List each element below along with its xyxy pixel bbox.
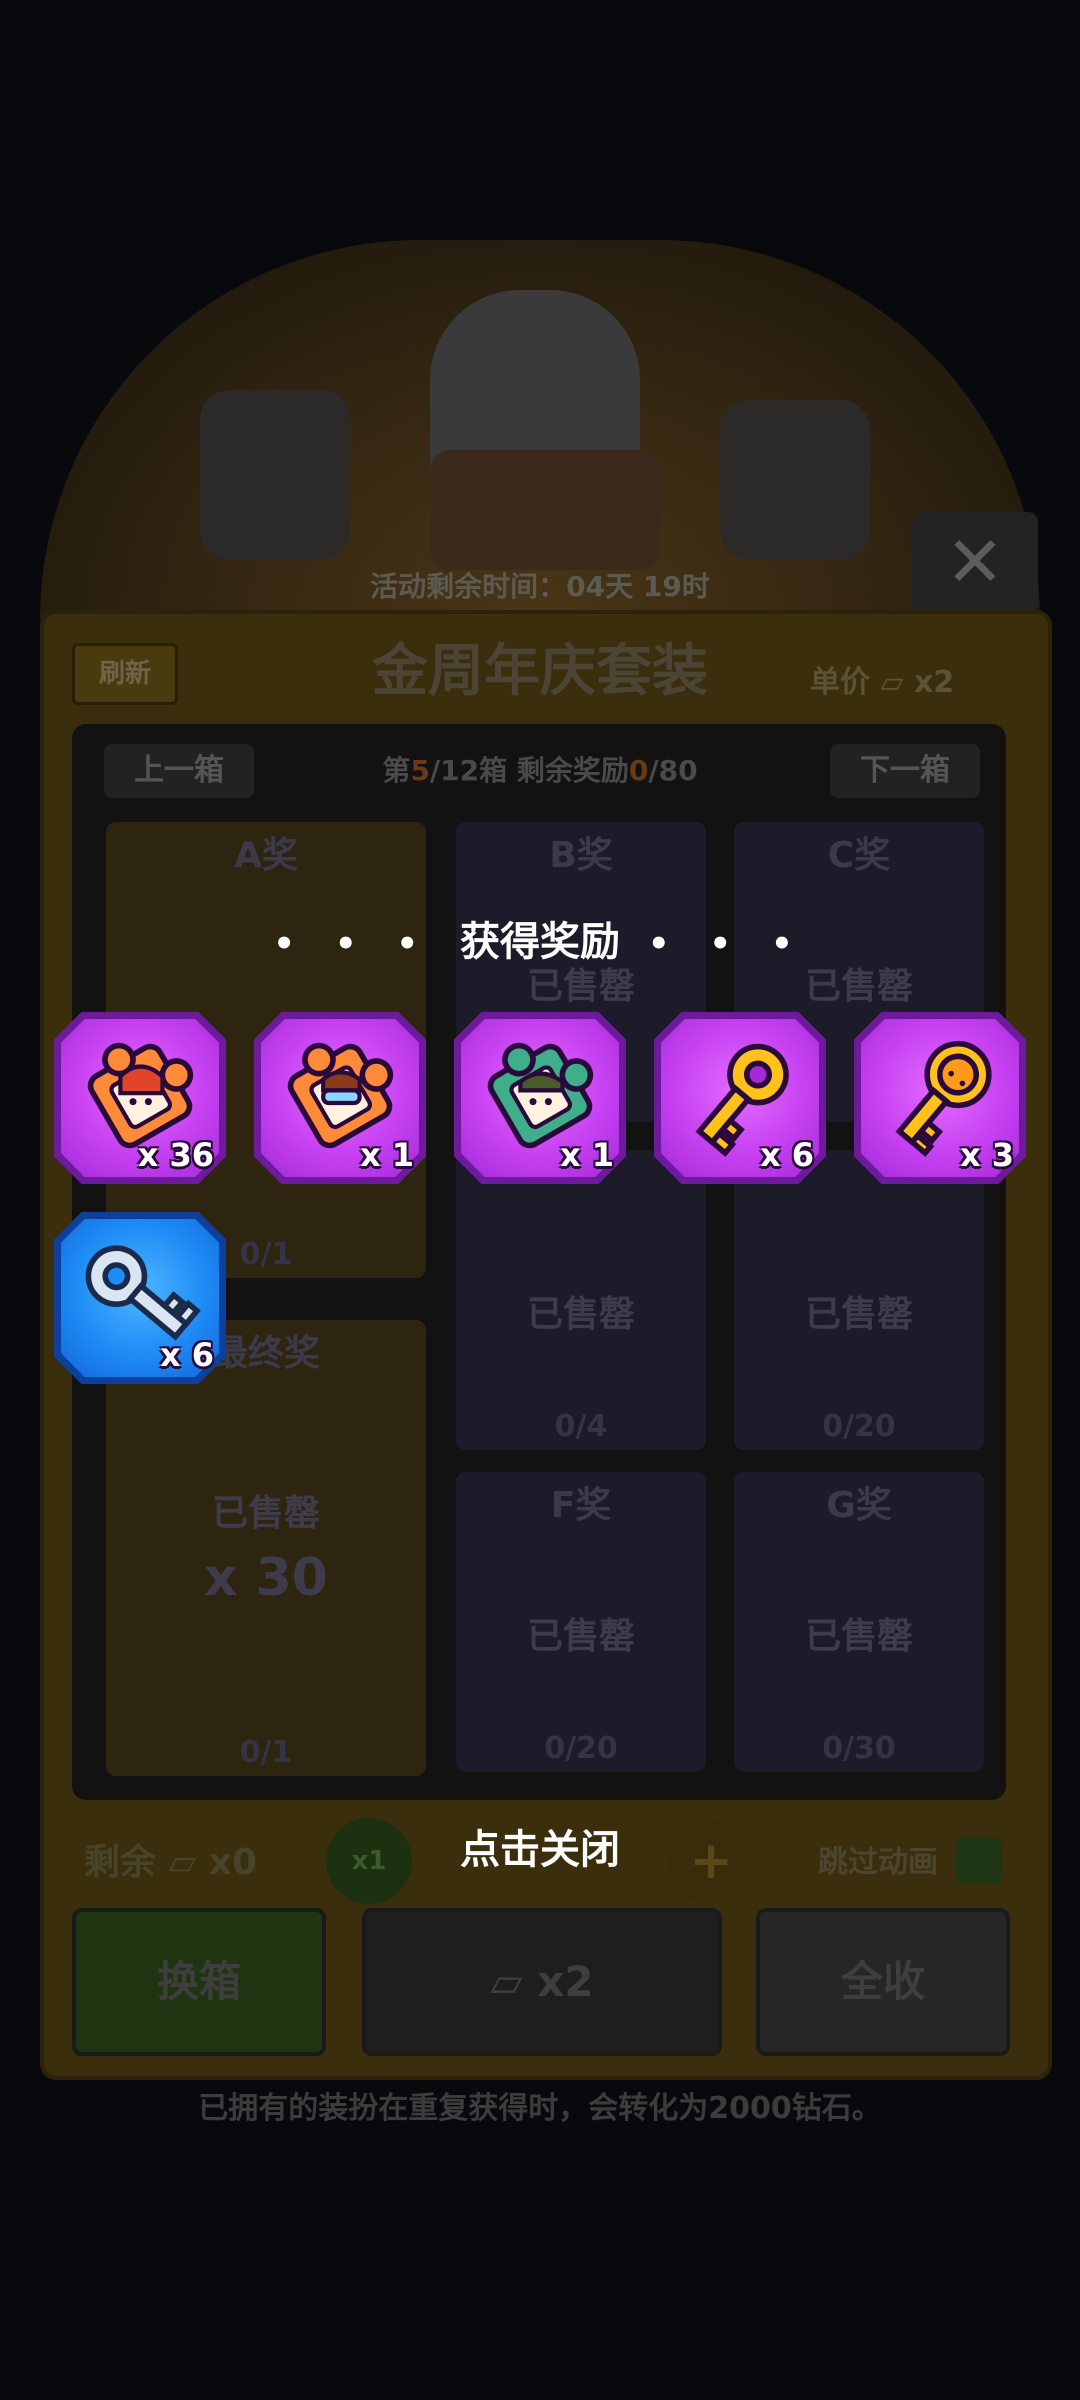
prize-count: 0/20 bbox=[822, 1409, 896, 1444]
change-box-button[interactable]: 换箱 bbox=[72, 1908, 326, 2056]
ticket-icon: ▱ bbox=[490, 1957, 523, 2006]
banner-character-left bbox=[200, 390, 350, 560]
reward-item[interactable]: x 6 bbox=[54, 1212, 226, 1384]
prize-cell-g[interactable]: G奖 已售罄 0/30 bbox=[734, 1472, 984, 1772]
item-qty: x 36 bbox=[137, 1136, 214, 1174]
refresh-button[interactable]: 刷新 bbox=[72, 643, 178, 705]
reward-item[interactable]: x 6 bbox=[654, 1012, 826, 1184]
unit-price-qty: x2 bbox=[913, 665, 955, 700]
sold-out-label: 已售罄 bbox=[804, 1294, 913, 1335]
footer-note: 已拥有的装扮在重复获得时，会转化为2000钻石。 bbox=[198, 2091, 882, 2126]
prev-box-button[interactable]: 上一箱 bbox=[104, 744, 254, 798]
prize-qty: x 30 bbox=[203, 1548, 328, 1608]
draw-button[interactable]: ▱ x2 bbox=[362, 1908, 722, 2056]
prize-count: 0/20 bbox=[544, 1731, 618, 1766]
prize-count: 0/30 bbox=[822, 1731, 896, 1766]
sold-out-label: 已售罄 bbox=[804, 1616, 913, 1657]
prize-count: 0/4 bbox=[554, 1409, 608, 1444]
prize-label: B奖 bbox=[549, 835, 613, 876]
box-current: 5 bbox=[410, 754, 430, 787]
reward-title-text: 获得奖励 bbox=[460, 919, 620, 965]
draw-qty: x2 bbox=[537, 1957, 594, 2006]
panel-title: 金周年庆套装 bbox=[372, 639, 708, 704]
prize-label: G奖 bbox=[826, 1485, 892, 1526]
item-qty: x 3 bbox=[959, 1136, 1014, 1174]
reward-item[interactable]: x 3 bbox=[854, 1012, 1026, 1184]
sold-out-label: 已售罄 bbox=[211, 1493, 320, 1535]
background-game-screen: ✕ 活动剩余时间：04天 19时 刷新 金周年庆套装 单价 ▱ x2 上一箱 第… bbox=[0, 0, 1080, 2400]
unit-price-label: 单价 bbox=[810, 665, 870, 700]
prize-label: A奖 bbox=[234, 835, 298, 876]
prize-count: 0/1 bbox=[239, 1735, 293, 1770]
prize-label: F奖 bbox=[550, 1485, 612, 1526]
prize-cell-d[interactable]: 已售罄 0/4 bbox=[456, 1150, 706, 1450]
prize-cell-f[interactable]: F奖 已售罄 0/20 bbox=[456, 1472, 706, 1772]
box-info-prefix: 第 bbox=[382, 754, 411, 787]
box-info-middle: /12箱 剩余奖励 bbox=[429, 754, 629, 787]
item-qty: x 6 bbox=[759, 1136, 814, 1174]
prize-label: C奖 bbox=[827, 835, 891, 876]
item-qty: x 6 bbox=[159, 1336, 214, 1374]
close-icon[interactable]: ✕ bbox=[912, 512, 1038, 612]
box-info-suffix: /80 bbox=[648, 754, 698, 787]
box-remaining: 0 bbox=[628, 754, 649, 787]
prize-cell-final[interactable]: 最终奖 已售罄 x 30 0/1 bbox=[106, 1320, 426, 1776]
title-dots-right: • • • bbox=[647, 924, 807, 964]
sold-out-label: 已售罄 bbox=[526, 1294, 635, 1335]
ticket-icon: ▱ bbox=[880, 665, 904, 700]
reward-item[interactable]: x 36 bbox=[54, 1012, 226, 1184]
banner-cake bbox=[430, 450, 660, 570]
reward-item[interactable]: x 1 bbox=[454, 1012, 626, 1184]
item-qty: x 1 bbox=[359, 1136, 414, 1174]
prize-cell-e[interactable]: 已售罄 0/20 bbox=[734, 1150, 984, 1450]
collect-all-button[interactable]: 全收 bbox=[756, 1908, 1010, 2056]
item-qty: x 1 bbox=[559, 1136, 614, 1174]
banner-character-right bbox=[720, 400, 870, 560]
title-dots-left: • • • bbox=[273, 924, 433, 964]
next-box-button[interactable]: 下一箱 bbox=[830, 744, 980, 798]
reward-title: • • • 获得奖励 • • • bbox=[0, 912, 1080, 972]
reward-item[interactable]: x 1 bbox=[254, 1012, 426, 1184]
event-timer: 活动剩余时间：04天 19时 bbox=[370, 570, 710, 603]
box-info: 第5/12箱 剩余奖励0/80 bbox=[330, 744, 750, 798]
sold-out-label: 已售罄 bbox=[526, 1616, 635, 1657]
unit-price: 单价 ▱ x2 bbox=[810, 658, 1010, 708]
tap-to-close[interactable]: 点击关闭 bbox=[0, 1822, 1080, 1878]
